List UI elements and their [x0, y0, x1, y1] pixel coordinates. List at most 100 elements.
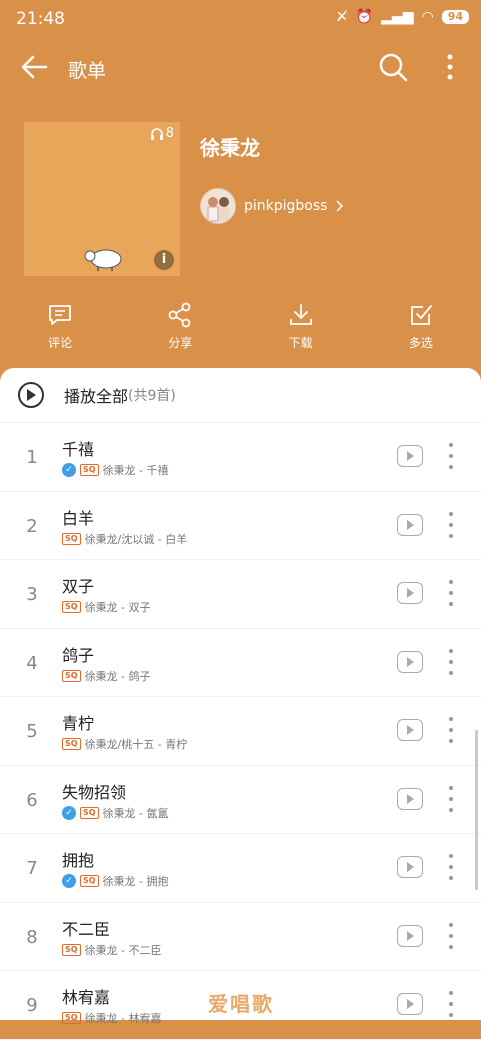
- video-play-icon[interactable]: [397, 924, 423, 947]
- song-row[interactable]: 8 不二臣 SQ 徐秉龙 - 不二臣: [0, 903, 481, 971]
- song-row[interactable]: 6 失物招领 ✓ SQ 徐秉龙 - 氤氲: [0, 766, 481, 834]
- song-more-icon[interactable]: [446, 648, 456, 675]
- track-number: 4: [26, 652, 38, 674]
- song-more-icon[interactable]: [446, 785, 456, 812]
- playlist-header-area: 21:48 ✕̸ ⏰ ▂▄▆ ◠ 94 歌单 8 i 徐秉龙 pinkpigbo…: [0, 0, 481, 390]
- playlist-cover[interactable]: 8 i: [24, 122, 180, 276]
- watermark: 爱唱歌: [208, 992, 274, 1016]
- track-number: 2: [26, 515, 38, 537]
- multi-select-label: 多选: [408, 336, 433, 350]
- share-label: 分享: [168, 336, 193, 350]
- arrow-left-icon: [21, 55, 48, 79]
- song-row[interactable]: 4 鸽子 SQ 徐秉龙 - 鸽子: [0, 629, 481, 697]
- song-title: 双子: [62, 577, 95, 596]
- play-all-label: 播放全部: [64, 387, 129, 406]
- action-bar: 评论 分享 下载 多选: [0, 302, 481, 362]
- back-button[interactable]: [18, 52, 52, 82]
- song-title: 不二臣: [62, 919, 111, 939]
- song-meta: SQ 徐秉龙/沈以诚 - 白羊: [62, 531, 187, 547]
- song-artist-album: 徐秉龙 - 双子: [84, 601, 151, 614]
- song-row[interactable]: 2 白羊 SQ 徐秉龙/沈以诚 - 白羊: [0, 492, 481, 560]
- song-row[interactable]: 1 千禧 ✓ SQ 徐秉龙 - 千禧: [0, 423, 481, 492]
- share-button[interactable]: 分享: [120, 302, 240, 362]
- song-row[interactable]: 3 双子 SQ 徐秉龙 - 双子: [0, 560, 481, 629]
- multi-select-icon: [410, 305, 432, 325]
- song-meta: SQ 徐秉龙 - 双子: [62, 599, 151, 615]
- video-play-icon[interactable]: [397, 787, 423, 810]
- search-icon: [379, 53, 408, 82]
- song-row[interactable]: 7 拥抱 ✓ SQ 徐秉龙 - 拥抱: [0, 834, 481, 903]
- sheep-illustration: [84, 249, 122, 271]
- song-list: 1 千禧 ✓ SQ 徐秉龙 - 千禧 2 白羊 SQ 徐秉龙/沈以诚 - 白羊 3 双子 SQ 徐秉龙 …: [0, 423, 481, 1040]
- track-number: 3: [26, 584, 38, 605]
- comment-button[interactable]: 评论: [0, 302, 120, 362]
- video-play-icon[interactable]: [397, 513, 423, 536]
- track-number: 7: [26, 858, 38, 879]
- wifi-icon: ◠: [421, 9, 434, 25]
- sq-badge: SQ: [62, 1012, 81, 1024]
- song-meta: ✓ SQ 徐秉龙 - 千禧: [62, 462, 169, 478]
- signal-icon: ▂▄▆: [381, 9, 414, 25]
- listen-count: 8: [150, 126, 174, 141]
- video-play-icon[interactable]: [397, 993, 423, 1015]
- download-button[interactable]: 下载: [241, 302, 361, 362]
- song-title: 林宥嘉: [62, 988, 111, 1007]
- verified-icon: ✓: [62, 805, 76, 820]
- song-more-icon[interactable]: [446, 991, 456, 1017]
- info-icon[interactable]: i: [154, 250, 174, 270]
- song-more-icon[interactable]: [446, 854, 456, 880]
- song-count: (共9首): [128, 388, 176, 404]
- sq-badge: SQ: [62, 601, 81, 613]
- search-button[interactable]: [378, 52, 408, 82]
- page-title: 歌单: [68, 60, 107, 82]
- track-number: 8: [26, 926, 38, 948]
- song-meta: ✓ SQ 徐秉龙 - 拥抱: [62, 873, 169, 889]
- song-row[interactable]: 5 青柠 SQ 徐秉龙/桃十五 - 青柠: [0, 697, 481, 766]
- sq-badge: SQ: [80, 806, 99, 819]
- song-title: 千禧: [62, 440, 95, 459]
- scrollbar[interactable]: [475, 730, 478, 890]
- song-title: 白羊: [62, 508, 95, 528]
- track-number: 9: [26, 995, 38, 1016]
- sq-badge: SQ: [80, 464, 99, 476]
- share-icon: [168, 302, 191, 328]
- mute-icon: ✕̸: [335, 9, 348, 25]
- song-list-sheet: 播放全部 (共9首) 1 千禧 ✓ SQ 徐秉龙 - 千禧 2 白羊 SQ 徐秉龙/沈以诚 - …: [0, 368, 481, 1040]
- song-artist-album: 徐秉龙 - 鸽子: [84, 669, 151, 683]
- sq-badge: SQ: [80, 875, 99, 887]
- sq-badge: SQ: [62, 738, 81, 750]
- more-options-button[interactable]: [440, 52, 460, 82]
- song-title: 青柠: [62, 714, 95, 733]
- sq-badge: SQ: [62, 532, 81, 545]
- video-play-icon[interactable]: [397, 582, 423, 604]
- song-more-icon[interactable]: [446, 511, 456, 538]
- video-play-icon[interactable]: [397, 719, 423, 741]
- song-meta: SQ 徐秉龙 - 鸽子: [62, 668, 151, 684]
- comment-icon: [49, 305, 72, 325]
- status-bar: 21:48 ✕̸ ⏰ ▂▄▆ ◠ 94: [0, 0, 481, 36]
- alarm-icon: ⏰: [355, 9, 374, 25]
- play-all-button[interactable]: 播放全部 (共9首): [0, 368, 481, 422]
- song-meta: SQ 徐秉龙 - 林宥嘉: [62, 1010, 162, 1026]
- sq-badge: SQ: [62, 943, 81, 956]
- more-vertical-icon: [447, 54, 453, 80]
- song-artist-album: 徐秉龙/桃十五 - 青柠: [84, 738, 188, 751]
- verified-icon: ✓: [62, 874, 76, 888]
- song-title: 鸽子: [62, 645, 95, 665]
- multi-select-button[interactable]: 多选: [361, 302, 481, 362]
- download-label: 下载: [288, 336, 313, 350]
- listen-count-value: 8: [165, 126, 174, 141]
- song-more-icon[interactable]: [446, 717, 456, 743]
- nav-header: 歌单: [0, 42, 481, 92]
- owner-link[interactable]: pinkpigboss: [200, 188, 345, 224]
- song-more-icon[interactable]: [446, 443, 456, 469]
- song-more-icon[interactable]: [446, 922, 456, 949]
- avatar: [200, 188, 236, 224]
- video-play-icon[interactable]: [397, 650, 423, 673]
- song-more-icon[interactable]: [446, 580, 456, 606]
- video-play-icon[interactable]: [397, 445, 423, 467]
- owner-name: pinkpigboss: [244, 198, 328, 214]
- video-play-icon[interactable]: [397, 856, 423, 878]
- chevron-right-icon: [336, 200, 344, 212]
- song-artist-album: 徐秉龙 - 千禧: [102, 464, 169, 477]
